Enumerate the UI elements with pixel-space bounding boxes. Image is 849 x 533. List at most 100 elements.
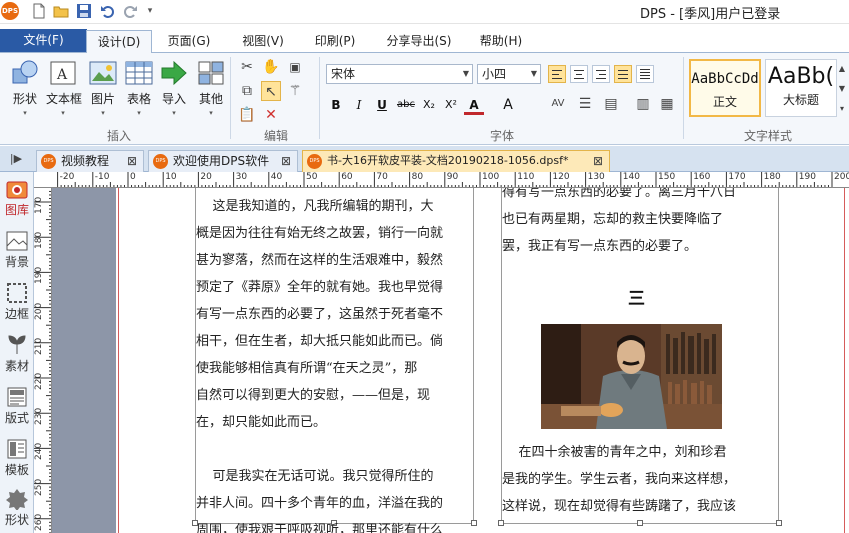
panel-toggle-icon[interactable]: |▶: [6, 149, 26, 169]
left-panel-material[interactable]: 素材: [0, 334, 34, 374]
select-pointer-icon[interactable]: ↖: [261, 81, 281, 101]
vertical-ruler[interactable]: 170 180 190 200 210 220 230 240 250 260: [34, 188, 52, 533]
paragraph-icon[interactable]: ▤: [601, 94, 621, 114]
tab-share-export[interactable]: 分享导出(S): [378, 30, 460, 53]
ruler-number: 260: [34, 513, 44, 531]
undo-icon[interactable]: [99, 2, 117, 20]
file-menu[interactable]: 文件(F): [0, 29, 87, 52]
ruler-number: 100: [482, 172, 500, 182]
bold-button[interactable]: B: [326, 95, 346, 115]
font-name-select[interactable]: 宋体 ▼: [326, 64, 473, 84]
horizontal-ruler[interactable]: -20 -10 0 10 20 30 40 50 60 70 80 90 100 110 120 130 140…: [34, 172, 849, 188]
left-panel-layout[interactable]: 版式: [0, 386, 34, 426]
subscript-button[interactable]: X₂: [419, 95, 439, 115]
image-icon: [89, 61, 117, 85]
gallery-icon: [6, 181, 28, 199]
open-icon[interactable]: [52, 2, 70, 20]
font-color-button[interactable]: A: [464, 95, 484, 115]
ruler-number: 200: [34, 302, 44, 320]
ruler-number: 180: [763, 172, 781, 182]
portrait-photo[interactable]: [541, 324, 722, 429]
text-line: 这样说，现在却觉得有些踌躇了，我应该: [502, 499, 737, 514]
doc-tab-video-tutorial[interactable]: DPS 视频教程 ⊠: [36, 150, 144, 172]
distribute-button[interactable]: [636, 65, 654, 83]
menu-bar: 文件(F) 设计(D) 页面(G) 视图(V) 印刷(P) 分享导出(S) 帮助…: [0, 28, 849, 53]
style-big-title[interactable]: AaBb( 大标题: [765, 59, 837, 117]
resize-handle[interactable]: [637, 520, 643, 526]
ruler-number: 210: [34, 337, 44, 355]
left-panel-background[interactable]: 背景: [0, 230, 34, 270]
dps-logo-icon: DPS: [41, 154, 56, 169]
left-panel-border[interactable]: 边框: [0, 282, 34, 322]
style-scroll-down-icon[interactable]: ▼: [836, 79, 848, 99]
ruler-number: 200: [834, 172, 849, 182]
font-size-select[interactable]: 小四 ▼: [477, 64, 541, 84]
tab-print[interactable]: 印刷(P): [306, 30, 364, 53]
table-button[interactable]: 表格 ▾: [122, 59, 156, 117]
new-icon[interactable]: [30, 2, 48, 20]
char-spacing-icon[interactable]: AV: [548, 94, 568, 114]
delete-icon[interactable]: ✕: [261, 105, 281, 125]
text-line: 自然可以得到更大的安慰，——但是，现: [196, 388, 431, 403]
shape-button[interactable]: 形状 ▾: [8, 59, 42, 117]
left-panel-gallery[interactable]: 图库: [0, 178, 34, 218]
tab-help[interactable]: 帮助(H): [472, 30, 530, 53]
line-spacing-icon[interactable]: ☰: [575, 94, 595, 114]
ruler-number: 240: [34, 443, 44, 461]
border-icon: [7, 283, 27, 303]
italic-button[interactable]: I: [349, 95, 369, 115]
copy-icon[interactable]: ⧉: [237, 81, 257, 101]
pan-hand-icon[interactable]: ✋: [261, 57, 281, 77]
close-icon[interactable]: ⊠: [127, 151, 137, 171]
columns-icon[interactable]: ▦: [657, 94, 677, 114]
doc-tab-current[interactable]: DPS 书-大16开软皮平装-文档20190218-1056.dpsf* ⊠: [302, 150, 610, 172]
tab-page[interactable]: 页面(G): [160, 30, 218, 53]
style-scroll-up-icon[interactable]: ▲: [836, 59, 848, 79]
tab-design[interactable]: 设计(D): [86, 30, 152, 53]
justify-button[interactable]: [614, 65, 632, 83]
font-size-grow-button[interactable]: A: [498, 95, 518, 115]
align-left-button[interactable]: [548, 65, 566, 83]
text-line: 有写一点东西的必要了，这虽然于死者毫不: [196, 307, 444, 322]
ruler-number: 90: [446, 172, 459, 182]
tab-view[interactable]: 视图(V): [234, 30, 292, 53]
ruler-number: -10: [94, 172, 110, 182]
magic-wand-icon[interactable]: ⚚: [285, 81, 305, 101]
svg-text:A: A: [56, 67, 68, 83]
save-icon[interactable]: [75, 2, 93, 20]
style-body-text[interactable]: AaBbCcDd 正文: [689, 59, 761, 117]
image-button[interactable]: 图片 ▾: [86, 59, 120, 117]
left-panel-shape[interactable]: 形状: [0, 488, 34, 528]
left-panel-template[interactable]: 模板: [0, 438, 34, 478]
textbox-button[interactable]: A 文本框 ▾: [46, 59, 82, 117]
resize-handle[interactable]: [776, 520, 782, 526]
ruler-number: 150: [658, 172, 676, 182]
app-logo-icon[interactable]: DPS: [1, 2, 19, 20]
align-right-button[interactable]: [592, 65, 610, 83]
paste-icon[interactable]: 📋: [237, 105, 257, 125]
ruler-number: 120: [552, 172, 570, 182]
superscript-button[interactable]: X²: [441, 95, 461, 115]
strikethrough-button[interactable]: abc: [394, 95, 418, 115]
import-button[interactable]: 导入 ▾: [157, 59, 191, 117]
ruler-number: 0: [130, 172, 136, 182]
customize-icon[interactable]: ▾: [141, 2, 159, 20]
align-center-button[interactable]: [570, 65, 588, 83]
redo-icon[interactable]: [121, 2, 139, 20]
doc-tab-welcome[interactable]: DPS 欢迎使用DPS软件 ⊠: [148, 150, 298, 172]
ruler-number: 30: [235, 172, 248, 182]
font-group-label: 字体: [490, 129, 515, 143]
resize-handle[interactable]: [498, 520, 504, 526]
document-canvas[interactable]: 这是我知道的，凡我所编辑的期刊，大 概是因为往往有始无终之故罢，销行一向就 甚为寥落…: [52, 188, 849, 533]
portrait-photo-image: [541, 324, 722, 429]
close-icon[interactable]: ⊠: [593, 151, 603, 171]
indent-icon[interactable]: ▥: [633, 94, 653, 114]
image-tool-icon[interactable]: ▣: [285, 57, 305, 77]
resize-handle[interactable]: [471, 520, 477, 526]
cut-icon[interactable]: ✂: [237, 57, 257, 77]
close-icon[interactable]: ⊠: [281, 151, 291, 171]
text-line: 周围，使我艰于呼吸视听，那里还能有什么: [196, 523, 444, 533]
underline-button[interactable]: U: [372, 95, 392, 115]
style-more-icon[interactable]: ▾: [836, 99, 848, 119]
other-button[interactable]: 其他 ▾: [194, 59, 228, 117]
